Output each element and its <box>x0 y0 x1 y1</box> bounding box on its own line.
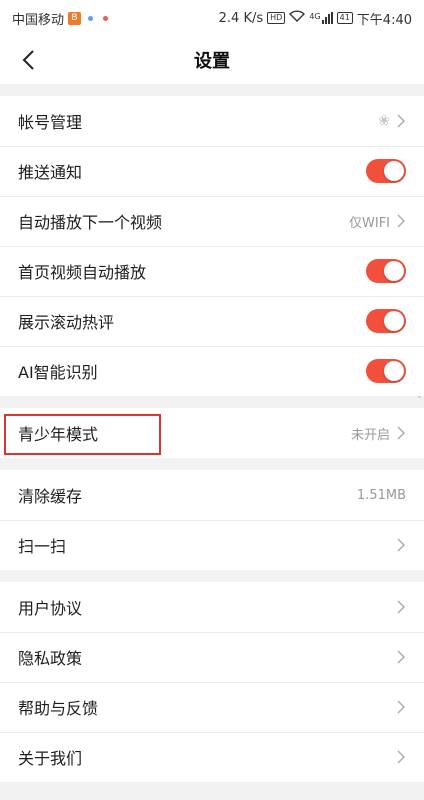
chevron-right-icon <box>397 700 405 714</box>
divider <box>0 396 424 408</box>
chevron-right-icon <box>397 538 405 552</box>
settings-group-about: 用户协议 隐私政策 帮助与反馈 关于我们 <box>0 582 424 782</box>
setting-label: 扫一扫 <box>18 537 67 556</box>
paw-icon: ❀ <box>378 113 390 129</box>
setting-label: 帮助与反馈 <box>18 699 99 718</box>
setting-label: 自动播放下一个视频 <box>18 213 163 232</box>
hot-comments-toggle[interactable] <box>366 309 406 333</box>
notification-dot-icon <box>103 15 109 21</box>
divider <box>0 458 424 470</box>
nav-header: 设置 <box>0 36 424 84</box>
setting-label: AI智能识别 <box>18 363 98 382</box>
chevron-right-icon <box>397 114 405 128</box>
setting-help-feedback[interactable]: 帮助与反馈 <box>0 682 424 732</box>
signal-type-label: 4G <box>309 12 321 21</box>
setting-label: 推送通知 <box>18 163 83 182</box>
setting-scan[interactable]: 扫一扫 <box>0 520 424 570</box>
divider <box>0 570 424 582</box>
setting-label: 清除缓存 <box>18 487 83 506</box>
setting-about-us[interactable]: 关于我们 <box>0 732 424 782</box>
divider <box>0 84 424 96</box>
wifi-icon <box>289 10 306 26</box>
chevron-left-icon <box>22 50 34 70</box>
settings-group-general: 帐号管理 ❀ 推送通知 自动播放下一个视频 仅WIFI 首页视频自动播放 展示滚… <box>0 96 424 396</box>
cache-size: 1.51MB <box>356 487 406 503</box>
hd-icon: HD <box>267 12 286 24</box>
back-button[interactable] <box>14 46 42 74</box>
battery-icon: 41 <box>336 12 353 24</box>
setting-label: 展示滚动热评 <box>18 313 115 332</box>
settings-group-youth: 青少年模式 未开启 <box>0 408 424 458</box>
setting-label: 隐私政策 <box>18 649 83 668</box>
setting-home-autoplay: 首页视频自动播放 <box>0 246 424 296</box>
setting-youth-mode[interactable]: 青少年模式 未开启 <box>0 408 424 458</box>
setting-hot-comments: 展示滚动热评 <box>0 296 424 346</box>
chevron-right-icon <box>397 650 405 664</box>
setting-value: 未开启 <box>350 427 390 443</box>
ai-recognition-toggle[interactable] <box>366 359 406 383</box>
carrier-name: 中国移动 <box>12 12 65 28</box>
network-speed: 2.4 K/s <box>218 10 264 26</box>
setting-push-notifications: 推送通知 <box>0 146 424 196</box>
settings-group-cache: 清除缓存 1.51MB 扫一扫 <box>0 470 424 570</box>
setting-account-management[interactable]: 帐号管理 ❀ <box>0 96 424 146</box>
push-notifications-toggle[interactable] <box>366 159 406 183</box>
setting-label: 关于我们 <box>18 749 83 768</box>
notification-dot-icon <box>88 15 94 21</box>
setting-user-agreement[interactable]: 用户协议 <box>0 582 424 632</box>
chevron-right-icon <box>397 426 405 440</box>
setting-label: 用户协议 <box>18 599 83 618</box>
setting-label: 首页视频自动播放 <box>18 263 147 282</box>
signal-icon: 4G <box>309 12 333 24</box>
setting-label: 帐号管理 <box>18 113 83 132</box>
setting-clear-cache[interactable]: 清除缓存 1.51MB <box>0 470 424 520</box>
chevron-right-icon <box>397 750 405 764</box>
chevron-right-icon <box>397 600 405 614</box>
page-title: 设置 <box>194 51 230 72</box>
clock: 下午4:40 <box>356 12 412 28</box>
setting-value: 仅WIFI <box>349 215 390 231</box>
status-bar: 中国移动 B 2.4 K/s HD 4G 41 下午4:40 <box>0 0 424 36</box>
chevron-right-icon <box>397 214 405 228</box>
setting-label: 青少年模式 <box>18 425 99 444</box>
setting-ai-recognition: AI智能识别 <box>0 346 424 396</box>
carrier-badge-icon: B <box>68 11 82 25</box>
setting-autoplay-next[interactable]: 自动播放下一个视频 仅WIFI <box>0 196 424 246</box>
home-autoplay-toggle[interactable] <box>366 259 406 283</box>
setting-privacy-policy[interactable]: 隐私政策 <box>0 632 424 682</box>
